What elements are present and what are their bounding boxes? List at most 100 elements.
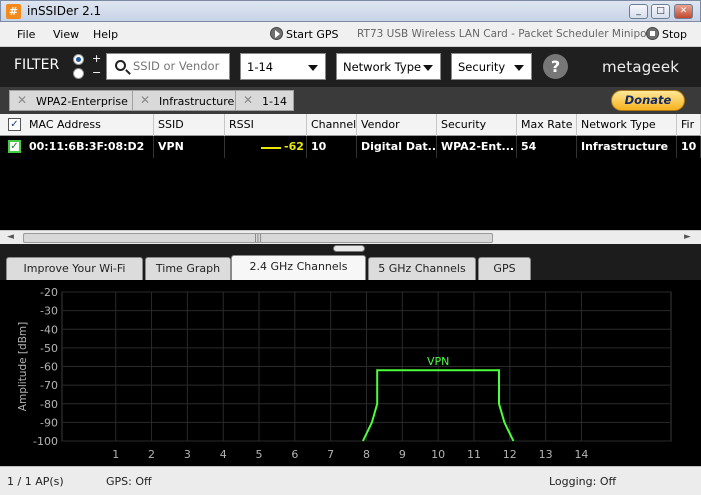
menu-file[interactable]: File bbox=[17, 28, 35, 41]
y-tick-label: -100 bbox=[33, 435, 58, 448]
cell-ssid: VPN bbox=[154, 136, 225, 158]
y-tick-label: -90 bbox=[40, 416, 58, 429]
cell-network-type: Infrastructure bbox=[577, 136, 677, 158]
x-tick-label: 6 bbox=[291, 448, 298, 461]
cell-mac: 00:11:6B:3F:08:D2 bbox=[25, 136, 154, 158]
select-all-checkbox[interactable]: ✓ bbox=[8, 118, 21, 131]
filter-chip-channels[interactable]: ✕ 1-14 bbox=[235, 90, 294, 111]
x-tick-label: 12 bbox=[503, 448, 517, 461]
tab-2-4-ghz-channels[interactable]: 2.4 GHz Channels bbox=[231, 255, 366, 280]
help-icon[interactable]: ? bbox=[543, 54, 568, 79]
chip-label: WPA2-Enterprise bbox=[36, 95, 128, 108]
cell-max-rate: 54 bbox=[517, 136, 577, 158]
column-header-channel[interactable]: Channel bbox=[307, 114, 357, 136]
column-header-ssid[interactable]: SSID bbox=[154, 114, 225, 136]
channel-dropdown-value: 1-14 bbox=[247, 60, 274, 74]
column-header-max-rate[interactable]: Max Rate bbox=[517, 114, 577, 136]
close-button[interactable]: ✕ bbox=[674, 4, 693, 19]
x-tick-label: 14 bbox=[574, 448, 588, 461]
filter-include-radio[interactable] bbox=[73, 54, 84, 65]
chevron-down-icon bbox=[423, 65, 433, 71]
y-tick-label: -70 bbox=[40, 379, 58, 392]
remove-chip-icon[interactable]: ✕ bbox=[243, 93, 253, 107]
column-header-security[interactable]: Security bbox=[437, 114, 517, 136]
x-tick-label: 1 bbox=[112, 448, 119, 461]
minimize-button[interactable]: _ bbox=[629, 4, 648, 19]
y-tick-label: -50 bbox=[40, 342, 58, 355]
cell-vendor: Digital Dat... bbox=[357, 136, 437, 158]
network-type-dropdown[interactable]: Network Type bbox=[336, 53, 441, 80]
x-tick-label: 4 bbox=[220, 448, 227, 461]
play-icon bbox=[270, 27, 283, 40]
filter-chip-wpa2-enterprise[interactable]: ✕ WPA2-Enterprise bbox=[9, 90, 135, 111]
search-input[interactable] bbox=[133, 59, 227, 73]
y-tick-label: -20 bbox=[40, 286, 58, 299]
scroll-left-icon[interactable]: ◄ bbox=[7, 232, 14, 242]
column-header-first-seen[interactable]: Fir bbox=[677, 114, 701, 136]
splitter-grip-icon[interactable] bbox=[333, 245, 365, 252]
start-gps-button[interactable]: Start GPS bbox=[270, 27, 339, 41]
cell-channel: 10 bbox=[307, 136, 357, 158]
column-header-mac[interactable]: MAC Address bbox=[25, 114, 154, 136]
y-axis-label: Amplitude [dBm] bbox=[17, 322, 29, 411]
tab-time-graph[interactable]: Time Graph bbox=[145, 257, 231, 280]
table-row[interactable]: ✓ 00:11:6B:3F:08:D2 VPN -62 10 Digital D… bbox=[0, 136, 701, 158]
status-gps: GPS: Off bbox=[106, 475, 152, 488]
remove-chip-icon[interactable]: ✕ bbox=[140, 93, 150, 107]
app-logo-icon: # bbox=[6, 4, 21, 19]
stop-icon bbox=[646, 27, 659, 40]
x-tick-label: 3 bbox=[184, 448, 191, 461]
channel-chart: -20-30-40-50-60-70-80-90-1001 2 3 4 5 6 7 8 9 10 1… bbox=[17, 286, 672, 461]
search-box bbox=[106, 53, 230, 80]
y-tick-label: -30 bbox=[40, 305, 58, 318]
tab-gps[interactable]: GPS bbox=[478, 257, 531, 280]
filter-bar: FILTER + − 1-14 Network Type Security ? … bbox=[0, 47, 701, 87]
remove-chip-icon[interactable]: ✕ bbox=[17, 93, 27, 107]
y-tick-label: -40 bbox=[40, 323, 58, 336]
menu-bar: File View Help Start GPS RT73 USB Wirele… bbox=[0, 22, 701, 47]
tab-improve-your-wifi[interactable]: Improve Your Wi-Fi bbox=[6, 257, 143, 280]
stop-label: Stop bbox=[662, 28, 688, 41]
x-tick-label: 11 bbox=[467, 448, 481, 461]
security-dropdown[interactable]: Security bbox=[451, 53, 532, 80]
x-tick-label: 5 bbox=[256, 448, 263, 461]
filter-chip-infrastructure[interactable]: ✕ Infrastructure bbox=[132, 90, 242, 111]
status-bar: 1 / 1 AP(s) GPS: Off Logging: Off bbox=[0, 466, 701, 495]
status-ap-count: 1 / 1 AP(s) bbox=[7, 475, 64, 488]
table-header: ✓ MAC Address SSID RSSI Channel Vendor S… bbox=[0, 114, 701, 136]
column-header-network-type[interactable]: Network Type bbox=[577, 114, 677, 136]
channel-dropdown[interactable]: 1-14 bbox=[240, 53, 326, 80]
adapter-name: RT73 USB Wireless LAN Card - Packet Sche… bbox=[357, 28, 655, 40]
network-type-dropdown-value: Network Type bbox=[343, 60, 422, 74]
series-label-vpn: VPN bbox=[427, 355, 449, 368]
networks-table: ✓ MAC Address SSID RSSI Channel Vendor S… bbox=[0, 114, 701, 230]
security-dropdown-value: Security bbox=[458, 60, 506, 74]
maximize-button[interactable]: □ bbox=[651, 4, 670, 19]
column-header-rssi[interactable]: RSSI bbox=[225, 114, 307, 136]
rssi-signal-line bbox=[261, 147, 281, 149]
row-checkbox[interactable]: ✓ bbox=[8, 140, 21, 153]
start-gps-label: Start GPS bbox=[286, 28, 339, 41]
search-icon bbox=[115, 60, 126, 71]
column-header-vendor[interactable]: Vendor bbox=[357, 114, 437, 136]
stop-button[interactable]: Stop bbox=[646, 27, 687, 41]
active-filters-bar: ✕ WPA2-Enterprise ✕ Infrastructure ✕ 1-1… bbox=[0, 87, 701, 114]
filter-exclude-radio[interactable] bbox=[73, 68, 84, 79]
tab-5-ghz-channels[interactable]: 5 GHz Channels bbox=[368, 257, 476, 280]
panel-splitter[interactable] bbox=[0, 244, 701, 254]
x-tick-label: 13 bbox=[539, 448, 553, 461]
metageek-logo: metageek bbox=[602, 58, 680, 76]
x-tick-label: 7 bbox=[327, 448, 334, 461]
donate-button[interactable]: Donate bbox=[611, 90, 685, 111]
x-tick-label: 9 bbox=[399, 448, 406, 461]
scrollbar-thumb[interactable]: ||| bbox=[23, 233, 493, 243]
horizontal-scrollbar[interactable]: ◄ ||| ► bbox=[0, 230, 701, 244]
x-tick-label: 2 bbox=[148, 448, 155, 461]
y-tick-label: -60 bbox=[40, 361, 58, 374]
menu-help[interactable]: Help bbox=[93, 28, 118, 41]
title-bar: # inSSIDer 2.1 _ □ ✕ bbox=[0, 0, 701, 22]
scroll-right-icon[interactable]: ► bbox=[684, 232, 691, 242]
y-tick-label: -80 bbox=[40, 398, 58, 411]
menu-view[interactable]: View bbox=[53, 28, 79, 41]
plus-label: + bbox=[92, 52, 102, 65]
